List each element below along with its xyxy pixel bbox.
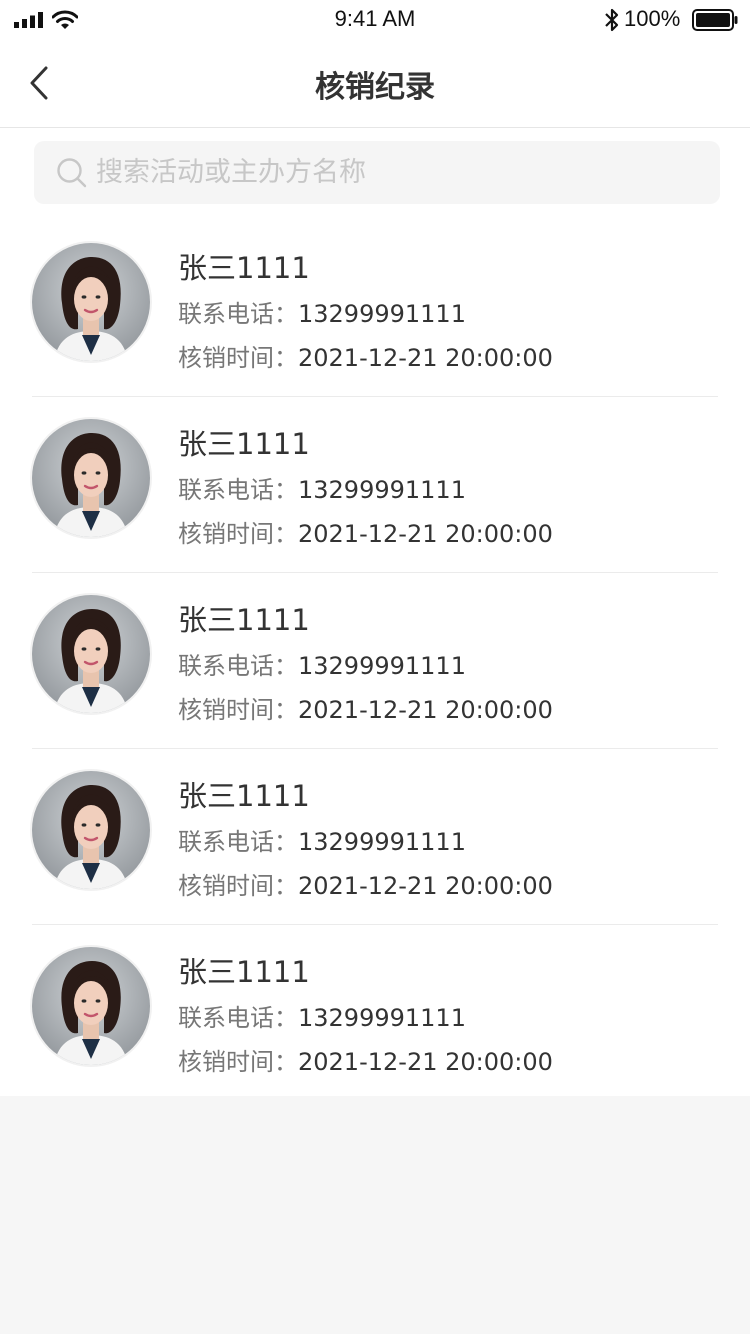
record-list: 张三1111 联系电话：13299991111 核销时间：2021-12-21 … xyxy=(0,221,750,1100)
time-label: 核销时间： xyxy=(178,1048,298,1076)
record-item[interactable]: 张三1111 联系电话：13299991111 核销时间：2021-12-21 … xyxy=(32,221,718,397)
record-name: 张三1111 xyxy=(178,955,310,989)
record-phone-row: 联系电话：13299991111 xyxy=(178,294,466,329)
battery-percentage: 100% xyxy=(624,6,681,31)
phone-value: 13299991111 xyxy=(298,652,466,680)
phone-label: 联系电话： xyxy=(178,300,298,328)
phone-label: 联系电话： xyxy=(178,652,298,680)
navigation-bar: 核销纪录 xyxy=(0,40,750,128)
time-value: 2021-12-21 20:00:00 xyxy=(298,1048,553,1076)
record-time-row: 核销时间：2021-12-21 20:00:00 xyxy=(178,338,553,373)
battery-icon xyxy=(692,9,738,31)
record-item[interactable]: 张三1111 联系电话：13299991111 核销时间：2021-12-21 … xyxy=(32,397,718,573)
page-title: 核销纪录 xyxy=(315,70,435,105)
time-label: 核销时间： xyxy=(178,872,298,900)
phone-label: 联系电话： xyxy=(178,1004,298,1032)
record-name: 张三1111 xyxy=(178,603,310,637)
phone-value: 13299991111 xyxy=(298,1004,466,1032)
avatar xyxy=(32,771,150,889)
search-bar[interactable] xyxy=(34,141,720,204)
time-value: 2021-12-21 20:00:00 xyxy=(298,696,553,724)
phone-label: 联系电话： xyxy=(178,476,298,504)
search-icon xyxy=(57,158,87,188)
record-time-row: 核销时间：2021-12-21 20:00:00 xyxy=(178,690,553,725)
phone-value: 13299991111 xyxy=(298,828,466,856)
avatar xyxy=(32,595,150,713)
record-phone-row: 联系电话：13299991111 xyxy=(178,470,466,505)
avatar xyxy=(32,947,150,1065)
phone-value: 13299991111 xyxy=(298,476,466,504)
page-surface: 9:41 AM 100% 核销纪录 搜索活动或主办方名称 张三1111 联系电话… xyxy=(0,0,750,1100)
record-phone-row: 联系电话：13299991111 xyxy=(178,998,466,1033)
search-input[interactable] xyxy=(96,141,696,204)
phone-value: 13299991111 xyxy=(298,300,466,328)
avatar xyxy=(32,243,150,361)
time-label: 核销时间： xyxy=(178,520,298,548)
time-value: 2021-12-21 20:00:00 xyxy=(298,872,553,900)
search-section xyxy=(0,128,750,204)
record-item[interactable]: 张三1111 联系电话：13299991111 核销时间：2021-12-21 … xyxy=(32,925,718,1100)
record-time-row: 核销时间：2021-12-21 20:00:00 xyxy=(178,1042,553,1077)
status-bar: 9:41 AM 100% xyxy=(0,0,750,40)
time-value: 2021-12-21 20:00:00 xyxy=(298,520,553,548)
time-label: 核销时间： xyxy=(178,344,298,372)
time-value: 2021-12-21 20:00:00 xyxy=(298,344,553,372)
bluetooth-icon xyxy=(605,8,619,32)
record-name: 张三1111 xyxy=(178,251,310,285)
record-time-row: 核销时间：2021-12-21 20:00:00 xyxy=(178,866,553,901)
time-label: 核销时间： xyxy=(178,696,298,724)
record-phone-row: 联系电话：13299991111 xyxy=(178,822,466,857)
record-item[interactable]: 张三1111 联系电话：13299991111 核销时间：2021-12-21 … xyxy=(32,573,718,749)
record-time-row: 核销时间：2021-12-21 20:00:00 xyxy=(178,514,553,549)
empty-area xyxy=(0,1096,750,1334)
record-name: 张三1111 xyxy=(178,779,310,813)
record-phone-row: 联系电话：13299991111 xyxy=(178,646,466,681)
phone-label: 联系电话： xyxy=(178,828,298,856)
avatar xyxy=(32,419,150,537)
record-name: 张三1111 xyxy=(178,427,310,461)
record-item[interactable]: 张三1111 联系电话：13299991111 核销时间：2021-12-21 … xyxy=(32,749,718,925)
